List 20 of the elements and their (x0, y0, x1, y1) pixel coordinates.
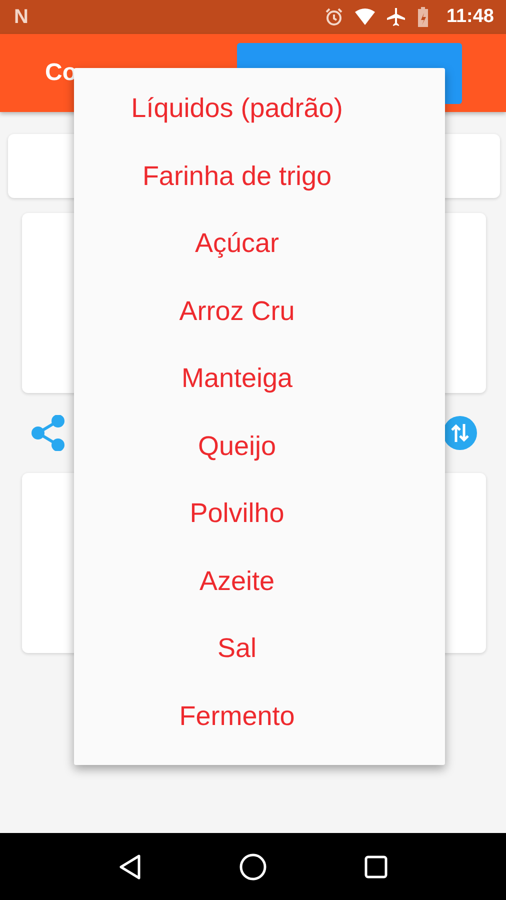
airplane-icon (386, 7, 406, 27)
home-icon[interactable] (238, 852, 267, 880)
menu-item[interactable]: Farinha de trigo (74, 146, 445, 214)
menu-item[interactable]: Queijo (74, 416, 445, 484)
status-time: 11:48 (446, 6, 494, 28)
back-icon[interactable] (118, 854, 142, 880)
swap-icon[interactable] (443, 416, 477, 450)
menu-item[interactable]: Açúcar (74, 214, 445, 282)
menu-item[interactable]: Manteiga (74, 349, 445, 416)
menu-item[interactable]: Arroz Cru (74, 282, 445, 349)
recents-icon[interactable] (364, 854, 388, 878)
notification-icon: N (14, 6, 28, 28)
menu-item[interactable]: Azeite (74, 552, 445, 619)
menu-item[interactable]: Polvilho (74, 484, 445, 552)
menu-item[interactable]: Líquidos (padrão) (74, 79, 445, 146)
wifi-icon (355, 8, 376, 26)
battery-icon (417, 7, 430, 27)
menu-item[interactable]: Sal (74, 619, 445, 686)
alarm-icon (324, 7, 344, 27)
menu-item[interactable]: Fermento (74, 686, 445, 754)
